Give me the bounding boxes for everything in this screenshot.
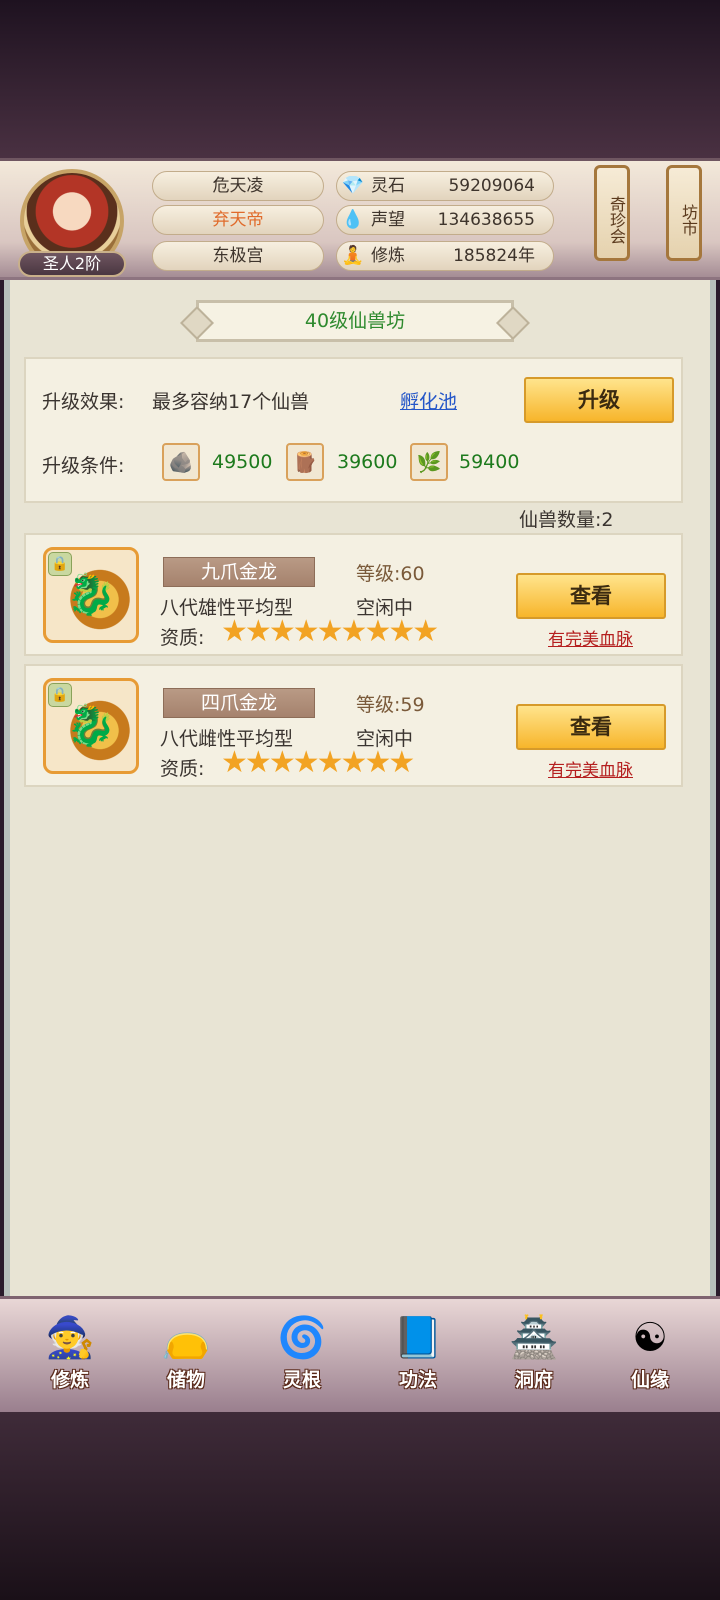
pet-level: 等级:59: [356, 690, 425, 717]
shop-market-button[interactable]: 坊市: [666, 165, 702, 261]
nav-label: 洞府: [514, 1369, 553, 1391]
player-rank: 圣人2阶: [18, 251, 126, 277]
pet-level-value: 60: [400, 563, 425, 585]
star-icon: ★: [340, 745, 368, 780]
stat-value: 59209064: [448, 176, 535, 196]
pet-count: 仙兽数量:2: [519, 505, 614, 532]
star-icon: ★: [268, 614, 296, 649]
resource-value: 49500: [212, 451, 273, 473]
nav-label: 储物: [166, 1369, 205, 1391]
dragon-portrait-icon[interactable]: 🐉 🔒: [43, 547, 139, 643]
view-pet-button[interactable]: 查看: [516, 704, 666, 750]
name-tab-1[interactable]: 危天凌: [152, 171, 324, 201]
pet-aptitude-label: 资质:: [160, 758, 205, 780]
star-icon: ★: [412, 614, 439, 649]
skill-book-icon: 📘: [393, 1315, 443, 1361]
stat-value: 185824年: [453, 246, 535, 266]
pet-level-label: 等级:: [356, 563, 401, 585]
star-icon: ★: [244, 745, 272, 780]
aptitude-stars: ★★★★★★★★: [221, 745, 415, 780]
upgrade-panel: 升级效果: 最多容纳17个仙兽 孵化池 升级 升级条件: 🪨 49500 🪵 3…: [24, 357, 683, 503]
star-icon: ★: [292, 745, 320, 780]
prestige-icon: 💧: [341, 209, 365, 230]
pet-card: 🐉 🔒 四爪金龙 等级:59 八代雌性平均型 空闲中 资质: ★★★★★★★★ 查…: [24, 664, 683, 787]
storage-bag-icon: 👝: [161, 1315, 211, 1361]
pet-name: 九爪金龙: [163, 557, 315, 587]
nav-cultivate[interactable]: 🧙 修炼: [20, 1307, 120, 1407]
hatch-pool-link[interactable]: 孵化池: [400, 387, 457, 414]
star-icon: ★: [221, 745, 248, 780]
resource-value: 59400: [459, 451, 520, 473]
stat-label: 修炼: [371, 246, 405, 266]
upgrade-button[interactable]: 升级: [524, 377, 674, 423]
stat-spirit-stone: 💎 灵石 59209064: [336, 171, 554, 201]
stat-label: 声望: [371, 210, 405, 230]
stat-label: 灵石: [371, 176, 405, 196]
star-icon: ★: [268, 745, 296, 780]
pet-aptitude-label: 资质:: [160, 627, 205, 649]
name-tab-3[interactable]: 东极宫: [152, 241, 324, 271]
nav-label: 修炼: [50, 1369, 89, 1391]
bloodline-link[interactable]: 有完美血脉: [548, 625, 633, 650]
pet-level: 等级:60: [356, 559, 425, 586]
bottom-navigation: 🧙 修炼 👝 储物 🌀 灵根 📘 功法 🏯 洞府 ☯ 仙缘: [0, 1296, 720, 1412]
star-icon: ★: [292, 614, 320, 649]
star-icon: ★: [388, 745, 415, 780]
star-icon: ★: [244, 614, 272, 649]
nav-label: 灵根: [282, 1369, 321, 1391]
resource-value: 39600: [337, 451, 398, 473]
nav-label: 功法: [398, 1369, 437, 1391]
bloodline-link[interactable]: 有完美血脉: [548, 756, 633, 781]
fortune-icon: ☯: [632, 1315, 668, 1361]
lock-badge-icon: 🔒: [48, 552, 72, 576]
view-pet-button[interactable]: 查看: [516, 573, 666, 619]
pet-card: 🐉 🔒 九爪金龙 等级:60 八代雄性平均型 空闲中 资质: ★★★★★★★★★ …: [24, 533, 683, 656]
nav-spirit-root[interactable]: 🌀 灵根: [252, 1307, 352, 1407]
cultivation-icon: 🧘: [341, 245, 365, 266]
lock-badge-icon: 🔒: [48, 683, 72, 707]
name-tab-2[interactable]: 弃天帝: [152, 205, 324, 235]
nav-label: 仙缘: [630, 1369, 669, 1391]
pet-level-label: 等级:: [356, 694, 401, 716]
pet-level-value: 59: [400, 694, 425, 716]
star-icon: ★: [388, 614, 415, 649]
pet-count-label: 仙兽数量:: [519, 509, 602, 531]
stat-cultivation: 🧘 修炼 185824年: [336, 241, 554, 271]
top-background: [0, 0, 720, 160]
meditation-icon: 🧙: [45, 1315, 95, 1361]
stat-prestige: 💧 声望 134638655: [336, 205, 554, 235]
herb-material-icon[interactable]: 🌿: [410, 443, 448, 481]
star-icon: ★: [364, 614, 391, 649]
star-icon: ★: [221, 614, 248, 649]
page-title: 40级仙兽坊: [196, 300, 514, 342]
nav-storage[interactable]: 👝 储物: [136, 1307, 236, 1407]
bottom-background: [0, 1412, 720, 1600]
star-icon: ★: [316, 614, 344, 649]
nav-skills[interactable]: 📘 功法: [368, 1307, 468, 1407]
spirit-root-icon: 🌀: [277, 1315, 327, 1361]
star-icon: ★: [316, 745, 344, 780]
pet-count-value: 2: [601, 509, 614, 531]
nav-cave[interactable]: 🏯 洞府: [484, 1307, 584, 1407]
condition-label: 升级条件:: [42, 455, 125, 477]
wood-material-icon[interactable]: 🪵: [286, 443, 324, 481]
upgrade-effect-text: 最多容纳17个仙兽: [152, 391, 310, 413]
shop-treasure-button[interactable]: 奇珍会: [594, 165, 630, 261]
star-icon: ★: [340, 614, 368, 649]
nav-fortune[interactable]: ☯ 仙缘: [600, 1307, 700, 1407]
aptitude-stars: ★★★★★★★★★: [221, 614, 439, 649]
dragon-portrait-icon[interactable]: 🐉 🔒: [43, 678, 139, 774]
stat-value: 134638655: [437, 210, 535, 230]
stone-material-icon[interactable]: 🪨: [162, 443, 200, 481]
upgrade-effect-label: 升级效果:: [42, 391, 125, 413]
cave-mansion-icon: 🏯: [509, 1315, 559, 1361]
spirit-stone-icon: 💎: [341, 175, 365, 196]
star-icon: ★: [364, 745, 391, 780]
pet-name: 四爪金龙: [163, 688, 315, 718]
